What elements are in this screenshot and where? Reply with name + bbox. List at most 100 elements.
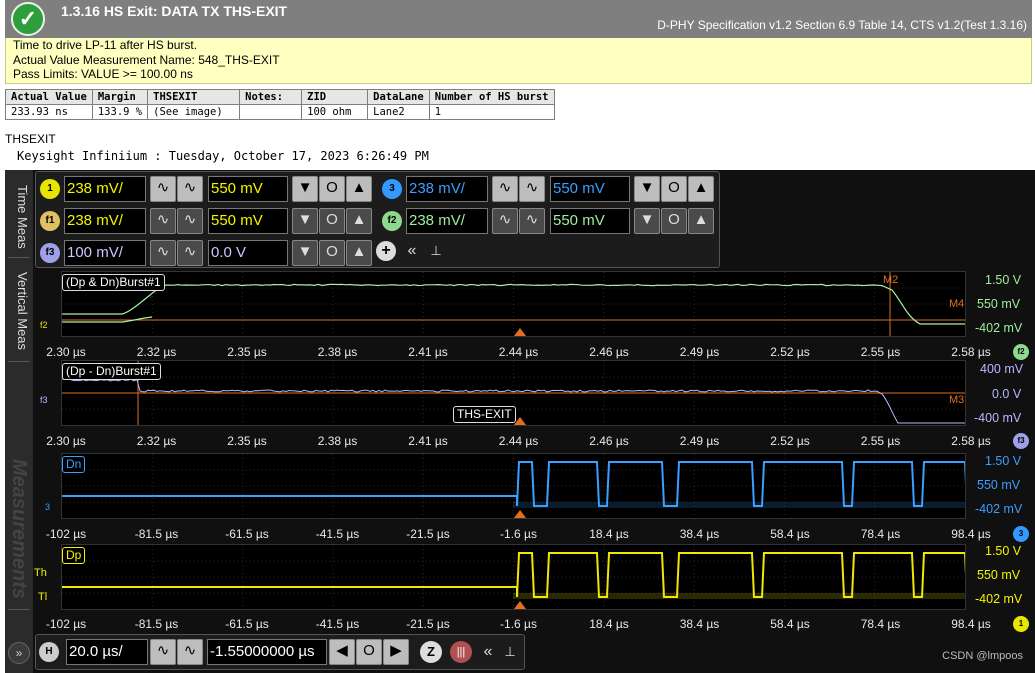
pin-icon[interactable]: ⊥ xyxy=(498,640,522,664)
col-header: Number of HS burst xyxy=(429,90,554,105)
wave-small-icon[interactable]: ∿ xyxy=(492,208,518,234)
waveform-label: Dp xyxy=(62,547,85,564)
scale-bottom: -402 mV xyxy=(975,321,1022,335)
channel-3-controls: 3 238 mV/ ∿ ∿ 550 mV ▼ O ▲ xyxy=(382,175,722,203)
time-tick: -102 µs xyxy=(46,527,86,541)
chevron-down-icon[interactable]: ▼ xyxy=(292,240,318,266)
wave-small-icon[interactable]: ∿ xyxy=(150,639,176,665)
chevron-up-icon[interactable]: ▲ xyxy=(688,208,714,234)
chevron-left-icon[interactable]: ◀ xyxy=(329,639,355,665)
wave-large-icon[interactable]: ∿ xyxy=(519,176,545,202)
acquire-icon[interactable]: ||| xyxy=(450,641,472,663)
wave-large-icon[interactable]: ∿ xyxy=(177,208,203,234)
chevron-down-icon[interactable]: ▼ xyxy=(292,208,318,234)
channel-badge[interactable]: f2 xyxy=(382,211,402,231)
scale-field[interactable]: 238 mV/ xyxy=(64,208,146,234)
zero-icon[interactable]: O xyxy=(319,176,345,202)
time-tick: 2.55 µs xyxy=(861,345,901,359)
zero-icon[interactable]: O xyxy=(661,208,687,234)
chevron-up-icon[interactable]: ▲ xyxy=(688,176,714,202)
scale-field[interactable]: 238 mV/ xyxy=(64,176,146,202)
time-tick: 2.46 µs xyxy=(589,345,629,359)
wave-large-icon[interactable]: ∿ xyxy=(177,639,203,665)
zero-icon[interactable]: O xyxy=(319,240,345,266)
tab-time-meas[interactable]: Time Meas xyxy=(8,176,30,258)
tab-measurements[interactable]: Measurements xyxy=(8,450,30,610)
wave-large-icon[interactable]: ∿ xyxy=(519,208,545,234)
wave-large-icon[interactable]: ∿ xyxy=(177,176,203,202)
wave-large-icon[interactable]: ∿ xyxy=(177,240,203,266)
time-tick: 2.44 µs xyxy=(499,345,539,359)
notes-cell xyxy=(240,105,302,120)
channel-badge[interactable]: f3 xyxy=(40,243,60,263)
time-tick: -21.5 µs xyxy=(406,617,450,631)
channel-badge[interactable]: f1 xyxy=(40,211,60,231)
plot-dp-dn-burst[interactable] xyxy=(61,271,966,337)
zoom-icon[interactable]: Z xyxy=(420,641,442,663)
table-row: 233.93 ns 133.9 % (See image) 100 ohm La… xyxy=(6,105,555,120)
add-icon[interactable]: + xyxy=(376,241,396,261)
chevron-up-icon[interactable]: ▲ xyxy=(346,176,372,202)
results-header-row: Actual Value Margin THSEXIT Notes: ZID D… xyxy=(6,90,555,105)
scale-field[interactable]: 238 mV/ xyxy=(406,208,488,234)
col-header: DataLane xyxy=(368,90,430,105)
wave-small-icon[interactable]: ∿ xyxy=(150,240,176,266)
chevron-down-icon[interactable]: ▼ xyxy=(634,208,660,234)
side-tab-bar: Time Meas Vertical Meas Measurements » xyxy=(5,170,33,673)
offset-field[interactable]: 550 mV xyxy=(208,208,288,234)
desc-line: Time to drive LP-11 after HS burst. xyxy=(13,38,1031,53)
scale-bottom: -402 mV xyxy=(975,502,1022,516)
chevron-right-icon[interactable]: ▶ xyxy=(383,639,409,665)
time-tick: 2.52 µs xyxy=(770,434,810,448)
test-title: 1.3.16 HS Exit: DATA TX THS-EXIT xyxy=(61,3,287,19)
wave-small-icon[interactable]: ∿ xyxy=(492,176,518,202)
col-header: ZID xyxy=(302,90,368,105)
wave-small-icon[interactable]: ∿ xyxy=(150,208,176,234)
zero-icon[interactable]: O xyxy=(319,208,345,234)
time-tick: 18.4 µs xyxy=(589,617,629,631)
offset-field[interactable]: 550 mV xyxy=(550,176,630,202)
time-tick: -102 µs xyxy=(46,617,86,631)
position-field[interactable]: -1.55000000 µs xyxy=(207,639,327,665)
marker-label: M3 xyxy=(949,394,964,406)
horizontal-badge[interactable]: H xyxy=(39,642,59,662)
horizontal-control-bar: H 20.0 µs/ ∿ ∿ -1.55000000 µs ◀ O ▶ Z ||… xyxy=(35,634,525,670)
time-tick: 2.44 µs xyxy=(499,434,539,448)
channel-badge[interactable]: 3 xyxy=(382,179,402,199)
time-tick: 58.4 µs xyxy=(770,617,810,631)
time-tick: -1.6 µs xyxy=(500,617,537,631)
time-axis: -102 µs -81.5 µs -61.5 µs -41.5 µs -21.5 µs -… xyxy=(35,615,1035,633)
ground-marker: 3 xyxy=(45,502,50,512)
scale-field[interactable]: 100 mV/ xyxy=(64,240,146,266)
timebase-field[interactable]: 20.0 µs/ xyxy=(66,639,148,665)
marker-label: M2 xyxy=(883,274,898,286)
chevron-up-icon[interactable]: ▲ xyxy=(346,240,372,266)
waveform-dp xyxy=(62,553,965,597)
chevron-down-icon[interactable]: ▼ xyxy=(292,176,318,202)
test-description: Time to drive LP-11 after HS burst. Actu… xyxy=(5,38,1032,84)
collapse-icon[interactable]: « xyxy=(400,239,424,263)
chevron-up-icon[interactable]: ▲ xyxy=(346,208,372,234)
offset-field[interactable]: 550 mV xyxy=(550,208,630,234)
time-tick: 2.32 µs xyxy=(137,434,177,448)
pin-icon[interactable]: ⊥ xyxy=(424,239,448,263)
scale-mid: 550 mV xyxy=(977,568,1020,582)
time-tick: 2.55 µs xyxy=(861,434,901,448)
channel-badge[interactable]: 1 xyxy=(40,179,60,199)
plot-dn[interactable] xyxy=(61,453,966,519)
plot-dp[interactable] xyxy=(61,544,966,610)
wave-small-icon[interactable]: ∿ xyxy=(150,176,176,202)
tab-vertical-meas[interactable]: Vertical Meas xyxy=(8,262,30,362)
col-header: THSEXIT xyxy=(148,90,240,105)
expand-icon[interactable]: » xyxy=(8,642,30,664)
offset-field[interactable]: 550 mV xyxy=(208,176,288,202)
zero-icon[interactable]: O xyxy=(661,176,687,202)
col-header: Actual Value xyxy=(6,90,93,105)
chevron-down-icon[interactable]: ▼ xyxy=(634,176,660,202)
offset-field[interactable]: 0.0 V xyxy=(208,240,288,266)
scale-field[interactable]: 238 mV/ xyxy=(406,176,488,202)
zero-icon[interactable]: O xyxy=(356,639,382,665)
time-tick: 98.4 µs xyxy=(951,617,991,631)
time-tick: -21.5 µs xyxy=(406,527,450,541)
collapse-icon[interactable]: « xyxy=(476,640,500,664)
